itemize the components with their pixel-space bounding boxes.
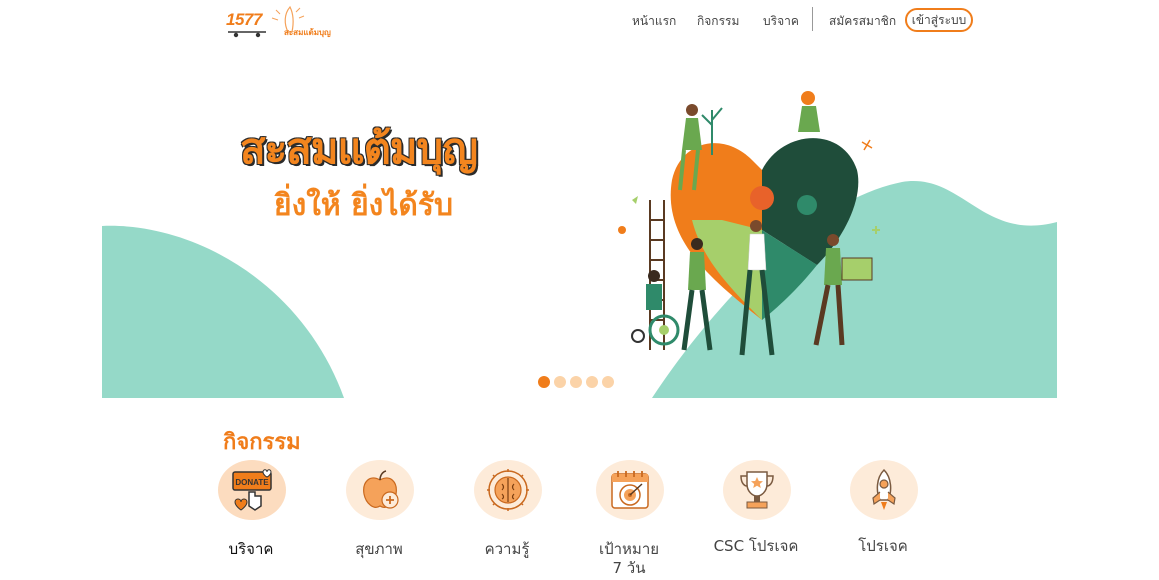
carousel-dot-3[interactable] <box>570 376 582 388</box>
login-button[interactable]: เข้าสู่ระบบ <box>905 8 973 32</box>
carousel-dot-5[interactable] <box>602 376 614 388</box>
site-logo[interactable]: 1577 สะสมแต้มบุญ <box>226 4 350 38</box>
activities-section-title: กิจกรรม <box>223 430 301 455</box>
activity-7day-goal-label-line1: เป้าหมาย <box>598 540 660 558</box>
trophy-icon <box>723 460 791 520</box>
logo-number: 1577 <box>226 10 262 29</box>
hero-banner: สะสมแต้มบุญ ยิ่งให้ ยิ่งได้รับ <box>102 42 1057 398</box>
carousel-dot-2[interactable] <box>554 376 566 388</box>
nav-divider <box>812 7 813 31</box>
activity-csc-project[interactable]: CSC โปรเจค <box>691 460 821 580</box>
banner-title: สะสมแต้มบุญ <box>240 124 478 173</box>
activity-health-label: สุขภาพ <box>355 540 403 558</box>
rocket-icon <box>850 460 918 520</box>
puzzle-heart-illustration <box>618 91 880 356</box>
nav-donate[interactable]: บริจาค <box>763 12 799 31</box>
activity-7day-goal-label-line2: 7 วัน <box>612 559 646 577</box>
nav-home[interactable]: หน้าแรก <box>632 12 676 31</box>
svg-text:DONATE: DONATE <box>235 478 269 487</box>
site-header: 1577 สะสมแต้มบุญ หน้าแรก กิจกรรม บริจาค … <box>0 0 1159 42</box>
activity-project-label: โปรเจค <box>858 537 908 555</box>
activity-donate-label: บริจาค <box>228 540 274 558</box>
activity-csc-project-label: CSC โปรเจค <box>713 537 799 555</box>
activity-knowledge[interactable]: ความรู้ <box>442 460 572 580</box>
activity-health[interactable]: สุขภาพ <box>314 460 444 580</box>
donate-icon: DONATE <box>218 460 286 520</box>
carousel-dot-1[interactable] <box>538 376 550 388</box>
logo-text: สะสมแต้มบุญ <box>284 28 331 37</box>
health-apple-icon <box>346 460 414 520</box>
nav-register[interactable]: สมัครสมาชิก <box>829 12 896 31</box>
activity-knowledge-label: ความรู้ <box>484 540 530 558</box>
nav-activities[interactable]: กิจกรรม <box>697 12 739 31</box>
activity-project[interactable]: โปรเจค <box>818 460 948 580</box>
banner-subtitle: ยิ่งให้ ยิ่งได้รับ <box>274 188 454 223</box>
target-calendar-icon <box>596 460 664 520</box>
carousel-dots <box>538 376 614 388</box>
activity-donate[interactable]: DONATE บริจาค <box>186 460 316 580</box>
brain-knowledge-icon <box>474 460 542 520</box>
activity-7day-goal[interactable]: เป้าหมาย 7 วัน <box>564 460 694 580</box>
carousel-dot-4[interactable] <box>586 376 598 388</box>
